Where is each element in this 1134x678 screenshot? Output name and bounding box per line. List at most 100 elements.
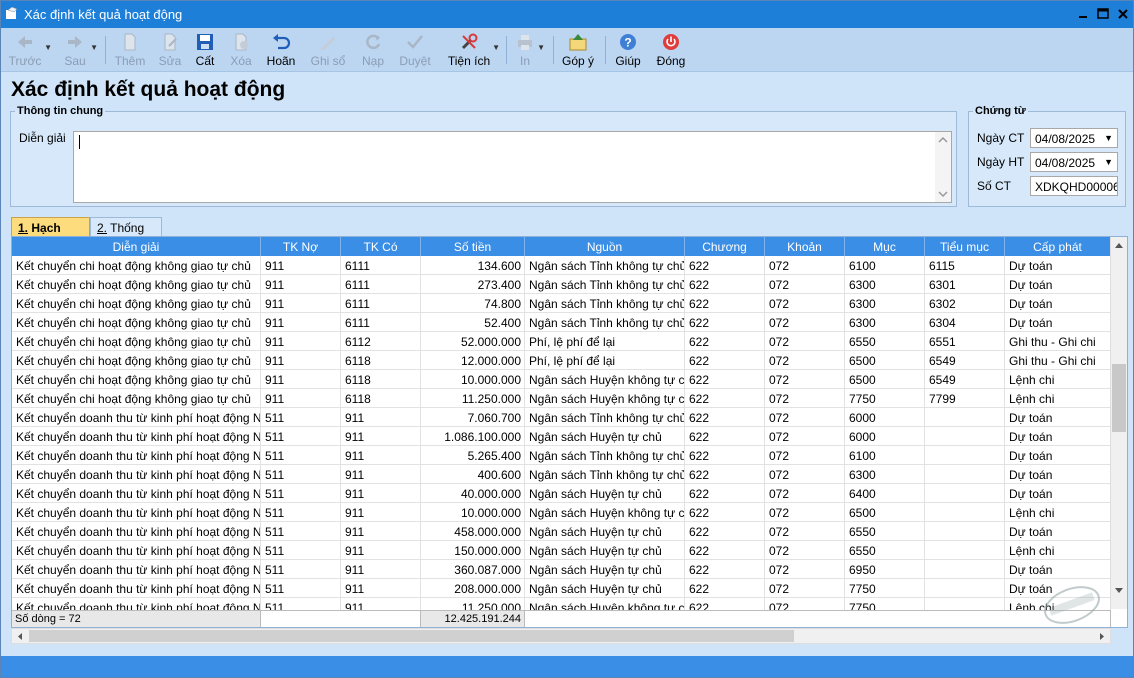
table-cell[interactable]: Kết chuyển doanh thu từ kinh phí hoạt độ… xyxy=(12,408,261,427)
table-cell[interactable]: 1.086.100.000 xyxy=(421,427,525,446)
table-row[interactable]: Kết chuyển doanh thu từ kinh phí hoạt độ… xyxy=(12,503,1111,522)
column-header[interactable]: Mục xyxy=(845,237,925,256)
table-cell[interactable]: Kết chuyển doanh thu từ kinh phí hoạt độ… xyxy=(12,465,261,484)
table-cell[interactable]: Lệnh chi xyxy=(1005,541,1111,560)
table-row[interactable]: Kết chuyển chi hoạt động không giao tự c… xyxy=(12,332,1111,351)
table-cell[interactable]: 072 xyxy=(765,484,845,503)
add-button[interactable]: Thêm xyxy=(114,30,146,70)
table-cell[interactable]: 511 xyxy=(261,465,341,484)
edit-button[interactable]: Sửa xyxy=(156,30,184,70)
table-cell[interactable]: 911 xyxy=(341,465,421,484)
table-cell[interactable]: 511 xyxy=(261,522,341,541)
table-cell[interactable] xyxy=(925,408,1005,427)
table-cell[interactable]: Kết chuyển chi hoạt động không giao tự c… xyxy=(12,294,261,313)
maximize-icon[interactable] xyxy=(1095,6,1111,22)
column-header[interactable]: TK Có xyxy=(341,237,421,256)
table-cell[interactable]: 911 xyxy=(261,294,341,313)
table-cell[interactable]: Ngân sách Huyện tự chủ xyxy=(525,579,685,598)
table-cell[interactable]: 622 xyxy=(685,275,765,294)
table-cell[interactable]: Lệnh chi xyxy=(1005,370,1111,389)
table-cell[interactable]: 622 xyxy=(685,370,765,389)
table-row[interactable]: Kết chuyển doanh thu từ kinh phí hoạt độ… xyxy=(12,484,1111,503)
table-cell[interactable]: 7799 xyxy=(925,389,1005,408)
table-cell[interactable]: Dự toán xyxy=(1005,560,1111,579)
table-cell[interactable]: 911 xyxy=(261,275,341,294)
table-cell[interactable]: 911 xyxy=(261,351,341,370)
table-cell[interactable]: Kết chuyển chi hoạt động không giao tự c… xyxy=(12,389,261,408)
table-cell[interactable]: 072 xyxy=(765,370,845,389)
approve-button[interactable]: Duyệt xyxy=(397,30,433,70)
table-cell[interactable]: Phí, lệ phí để lại xyxy=(525,351,685,370)
table-cell[interactable]: 360.087.000 xyxy=(421,560,525,579)
table-cell[interactable]: 072 xyxy=(765,275,845,294)
table-row[interactable]: Kết chuyển chi hoạt động không giao tự c… xyxy=(12,294,1111,313)
table-cell[interactable]: Kết chuyển chi hoạt động không giao tự c… xyxy=(12,313,261,332)
column-header[interactable]: Khoản xyxy=(765,237,845,256)
table-cell[interactable]: 6118 xyxy=(341,389,421,408)
grid-vertical-scrollbar[interactable] xyxy=(1110,237,1127,609)
tab-hach-toan[interactable]: 1. Hạch toán xyxy=(11,217,90,249)
table-cell[interactable]: 7.060.700 xyxy=(421,408,525,427)
table-cell[interactable]: 511 xyxy=(261,446,341,465)
table-cell[interactable]: 6400 xyxy=(845,484,925,503)
table-cell[interactable]: 458.000.000 xyxy=(421,522,525,541)
delete-button[interactable]: Xóa xyxy=(227,30,255,70)
table-cell[interactable]: 622 xyxy=(685,541,765,560)
table-cell[interactable]: 6115 xyxy=(925,256,1005,275)
dien-giai-input[interactable] xyxy=(73,131,952,203)
scroll-left-icon[interactable] xyxy=(16,632,24,641)
table-cell[interactable]: 911 xyxy=(341,579,421,598)
table-cell[interactable]: 6550 xyxy=(845,522,925,541)
table-cell[interactable]: 6550 xyxy=(845,332,925,351)
column-header[interactable]: TK Nợ xyxy=(261,237,341,256)
table-cell[interactable]: Dự toán xyxy=(1005,446,1111,465)
table-cell[interactable]: 6304 xyxy=(925,313,1005,332)
grid-horizontal-scrollbar[interactable] xyxy=(11,628,1111,644)
table-cell[interactable]: 911 xyxy=(341,560,421,579)
table-cell[interactable]: 911 xyxy=(341,408,421,427)
table-cell[interactable]: Dự toán xyxy=(1005,256,1111,275)
table-cell[interactable]: 622 xyxy=(685,579,765,598)
table-cell[interactable] xyxy=(925,541,1005,560)
scroll-thumb[interactable] xyxy=(29,630,794,642)
table-row[interactable]: Kết chuyển chi hoạt động không giao tự c… xyxy=(12,351,1111,370)
table-cell[interactable]: 072 xyxy=(765,427,845,446)
table-cell[interactable]: Kết chuyển chi hoạt động không giao tự c… xyxy=(12,332,261,351)
table-cell[interactable]: Kết chuyển doanh thu từ kinh phí hoạt độ… xyxy=(12,522,261,541)
table-cell[interactable]: Ngân sách Huyện tự chủ xyxy=(525,427,685,446)
table-cell[interactable]: 911 xyxy=(341,541,421,560)
table-cell[interactable]: 911 xyxy=(341,503,421,522)
close-button[interactable]: Đóng xyxy=(655,30,687,70)
table-cell[interactable]: 622 xyxy=(685,465,765,484)
column-header[interactable]: Nguồn xyxy=(525,237,685,256)
scroll-down-icon[interactable] xyxy=(938,190,948,198)
table-cell[interactable]: Ngân sách Huyện tự chủ xyxy=(525,484,685,503)
table-cell[interactable]: 072 xyxy=(765,256,845,275)
table-cell[interactable]: Ghi thu - Ghi chi xyxy=(1005,332,1111,351)
table-cell[interactable]: 6500 xyxy=(845,370,925,389)
table-cell[interactable]: 072 xyxy=(765,465,845,484)
table-cell[interactable]: 622 xyxy=(685,351,765,370)
post-button[interactable]: Ghi sổ xyxy=(309,30,347,70)
help-button[interactable]: ? Giúp xyxy=(613,30,643,70)
table-cell[interactable]: Kết chuyển doanh thu từ kinh phí hoạt độ… xyxy=(12,427,261,446)
table-cell[interactable]: Lệnh chi xyxy=(1005,389,1111,408)
table-cell[interactable]: 511 xyxy=(261,579,341,598)
table-row[interactable]: Kết chuyển doanh thu từ kinh phí hoạt độ… xyxy=(12,446,1111,465)
table-cell[interactable]: 622 xyxy=(685,256,765,275)
table-cell[interactable]: Ngân sách Huyện không tự c... xyxy=(525,503,685,522)
table-cell[interactable]: 072 xyxy=(765,503,845,522)
table-cell[interactable]: 6549 xyxy=(925,351,1005,370)
table-cell[interactable]: 12.000.000 xyxy=(421,351,525,370)
table-cell[interactable]: 6950 xyxy=(845,560,925,579)
table-cell[interactable]: Kết chuyển doanh thu từ kinh phí hoạt độ… xyxy=(12,560,261,579)
table-cell[interactable]: 911 xyxy=(341,446,421,465)
table-cell[interactable]: 7750 xyxy=(845,579,925,598)
table-row[interactable]: Kết chuyển chi hoạt động không giao tự c… xyxy=(12,370,1111,389)
table-cell[interactable]: 622 xyxy=(685,503,765,522)
table-cell[interactable] xyxy=(925,579,1005,598)
table-cell[interactable]: 911 xyxy=(261,313,341,332)
table-cell[interactable]: 072 xyxy=(765,579,845,598)
table-cell[interactable]: 6300 xyxy=(845,313,925,332)
table-cell[interactable]: Ngân sách Tỉnh không tự chủ xyxy=(525,465,685,484)
